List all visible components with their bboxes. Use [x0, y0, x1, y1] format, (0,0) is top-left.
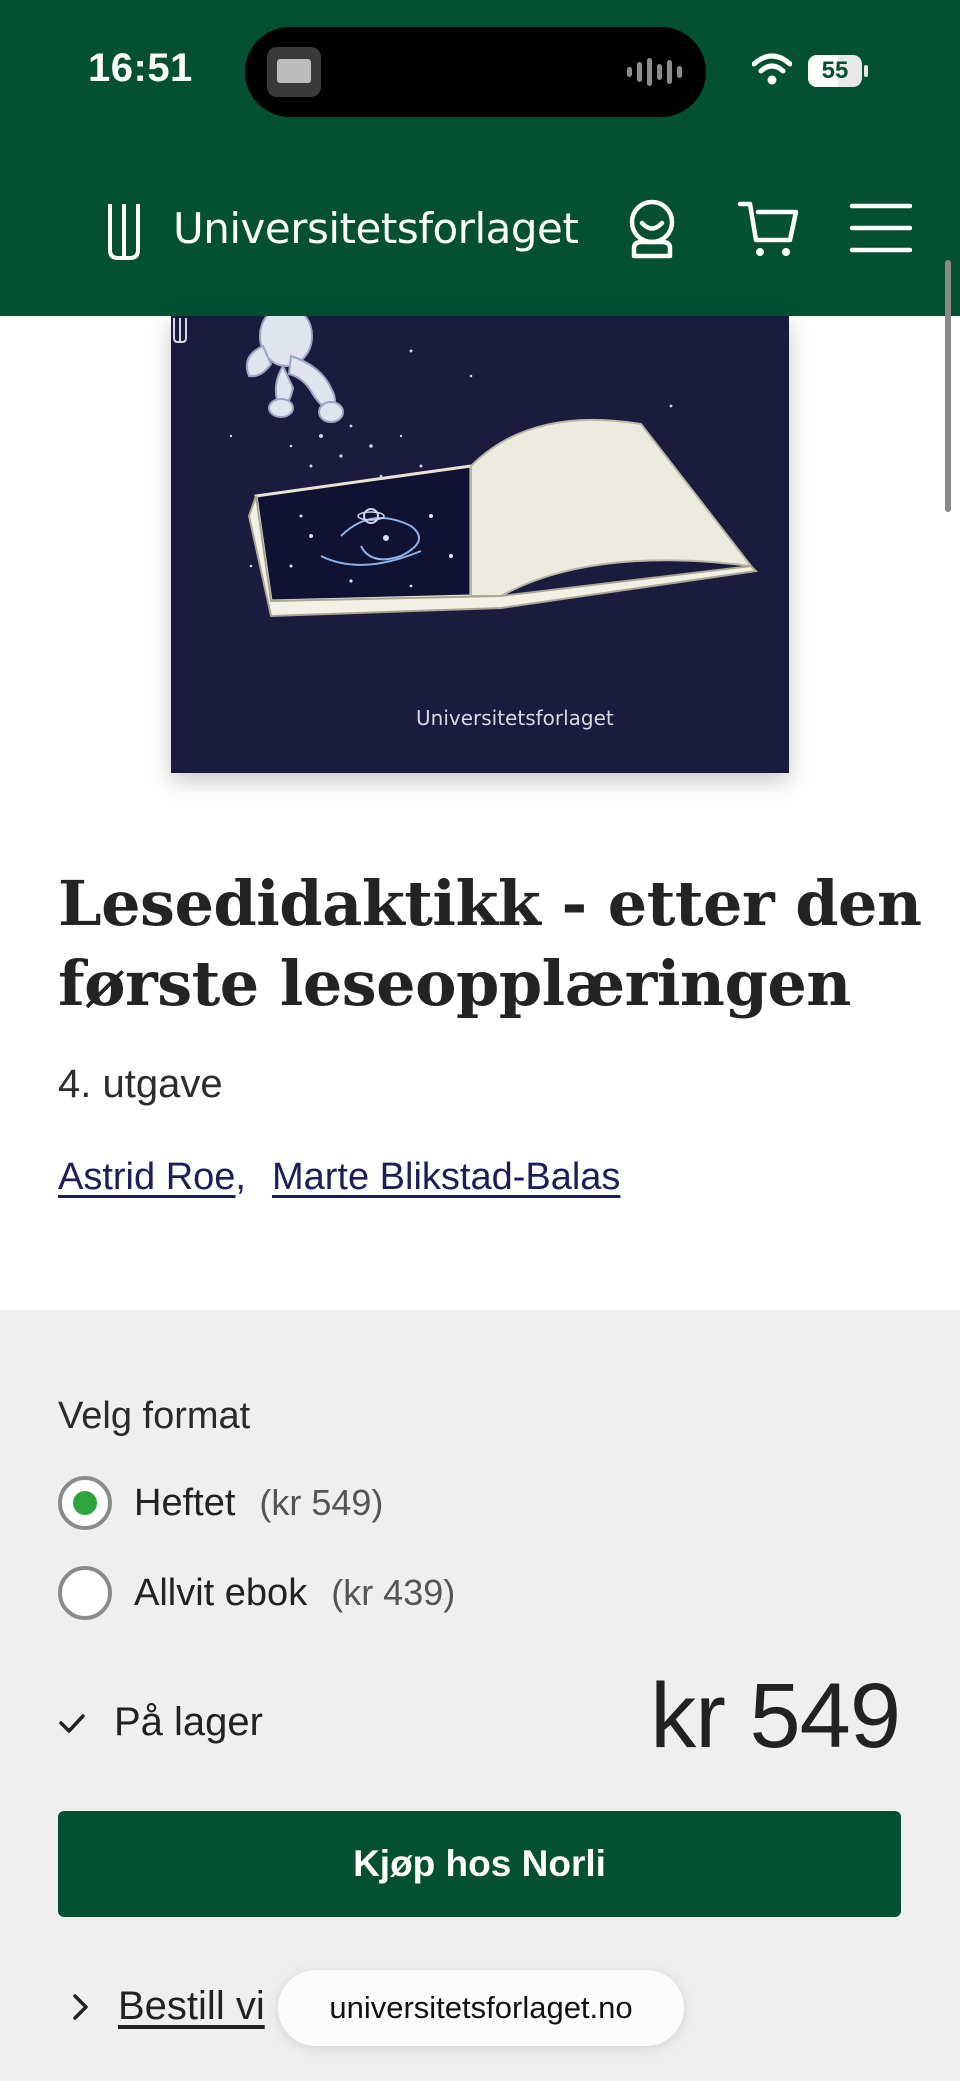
- menu-icon[interactable]: [848, 196, 912, 260]
- format-option-name: Allvit ebok: [134, 1571, 308, 1614]
- chevron-right-icon: [73, 1993, 88, 2020]
- buy-button[interactable]: Kjøp hos Norli: [58, 1811, 901, 1917]
- book-cover-image: Universitetsforlaget: [171, 316, 789, 773]
- brand-name[interactable]: Universitetsforlaget: [173, 204, 579, 253]
- checkmark-icon: [59, 1713, 85, 1733]
- author-link[interactable]: Marte Blikstad-Balas: [272, 1156, 620, 1199]
- book-title: Lesedidaktikk - etter den første leseopp…: [58, 867, 922, 1020]
- author-link[interactable]: Astrid Roe: [58, 1156, 235, 1199]
- author-list: Astrid Roe, Marte Blikstad-Balas: [58, 1156, 620, 1199]
- account-icon[interactable]: [620, 196, 684, 260]
- cover-illustration: [229, 316, 759, 618]
- cart-icon[interactable]: [736, 196, 800, 260]
- format-option-name: Heftet: [134, 1481, 236, 1524]
- status-time: 16:51: [88, 46, 193, 90]
- radio-button[interactable]: [58, 1566, 112, 1620]
- audio-wave-icon: [627, 57, 682, 87]
- price: kr 549: [650, 1665, 901, 1767]
- brand-logo-icon[interactable]: [104, 200, 144, 262]
- cover-publisher-name: Universitetsforlaget: [416, 706, 614, 730]
- battery-icon: 55: [808, 55, 868, 87]
- browser-url-bar[interactable]: universitetsforlaget.no: [278, 1970, 684, 2046]
- cover-publisher-logo-icon: [173, 318, 187, 343]
- more-options-link[interactable]: Bestill vi: [70, 1984, 265, 2029]
- wifi-icon: [752, 53, 792, 85]
- format-option-price: (kr 439): [331, 1572, 456, 1613]
- stock-text: På lager: [114, 1700, 263, 1744]
- format-option-heftet[interactable]: Heftet (kr 549): [58, 1476, 383, 1530]
- battery-level: 55: [821, 57, 849, 84]
- format-label: Velg format: [58, 1395, 251, 1437]
- more-options-text[interactable]: Bestill vi: [118, 1984, 265, 2029]
- radio-button[interactable]: [58, 1476, 112, 1530]
- media-thumbnail: [267, 47, 321, 97]
- site-header: 16:51 55 Universitetsforlaget: [0, 0, 960, 316]
- format-option-price: (kr 549): [259, 1482, 384, 1523]
- book-edition: 4. utgave: [58, 1062, 223, 1106]
- dynamic-island[interactable]: [245, 27, 706, 117]
- page-scrollbar[interactable]: [945, 260, 951, 512]
- format-option-ebook[interactable]: Allvit ebok (kr 439): [58, 1566, 455, 1620]
- stock-status: På lager: [58, 1700, 263, 1745]
- author-separator: ,: [235, 1156, 246, 1198]
